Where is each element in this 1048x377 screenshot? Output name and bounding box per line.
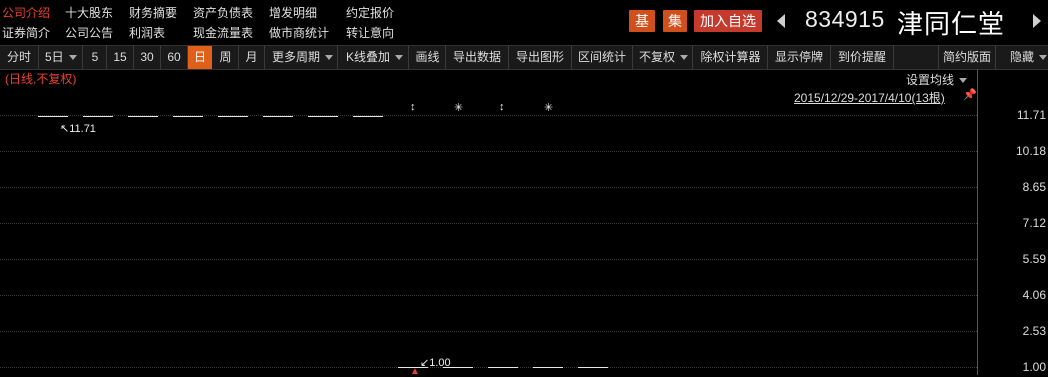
kline-bar [263, 116, 293, 117]
link-security-brief[interactable]: 证券简介 [2, 24, 50, 41]
adjustment-dropdown[interactable]: 不复权 [633, 46, 693, 69]
y-tick-label: 4.06 [1022, 288, 1046, 302]
y-axis-line [977, 69, 978, 375]
suspension-marker: ↕ [499, 101, 505, 113]
chevron-down-icon [680, 55, 689, 61]
draw-line-button[interactable]: 画线 [410, 46, 446, 69]
set-moving-average-dropdown[interactable]: 设置均线 [906, 71, 968, 88]
basic-button[interactable]: 基 [629, 10, 655, 32]
add-to-watchlist-button[interactable]: 加入自选 [694, 10, 762, 32]
link-company-intro[interactable]: 公司介绍 [2, 4, 50, 21]
link-transfer-intent[interactable]: 转让意向 [346, 24, 394, 41]
kline-bar [128, 116, 158, 117]
price-alert-button[interactable]: 到价提醒 [831, 46, 894, 69]
link-balance-sheet[interactable]: 资产负债表 [193, 4, 253, 21]
stock-name: 津同仁堂 [897, 9, 1006, 39]
tab-monthly[interactable]: 月 [239, 46, 265, 69]
tab-intraday[interactable]: 分时 [0, 46, 39, 69]
kline-bar [218, 116, 248, 117]
simple-layout-button[interactable]: 简约版面 [938, 46, 996, 69]
top-links: 公司介绍 十大股东 财务摘要 资产负债表 增发明细 约定报价 证券简介 公司公告… [0, 0, 620, 44]
link-agreed-quote[interactable]: 约定报价 [346, 4, 394, 21]
y-tick-label: 10.18 [1015, 144, 1046, 158]
chart-mode-label: (日线,不复权) [5, 72, 77, 86]
gridline [0, 295, 977, 296]
link-finance-summary[interactable]: 财务摘要 [129, 4, 177, 21]
chevron-down-icon [1039, 55, 1048, 61]
y-tick-label: 5.59 [1022, 252, 1046, 266]
kline-bar [578, 367, 608, 368]
kline-bar [83, 116, 113, 117]
min-price-annotation: ↙1.00 [420, 357, 451, 369]
tab-5min[interactable]: 5 [84, 46, 107, 69]
tab-daily[interactable]: 日 [188, 46, 212, 69]
tab-30min[interactable]: 30 [134, 46, 161, 69]
prev-stock-arrow-icon[interactable] [777, 14, 785, 28]
link-market-maker-stats[interactable]: 做市商统计 [269, 24, 329, 41]
link-issuance-detail[interactable]: 增发明细 [269, 4, 317, 21]
kline-bar [488, 367, 518, 368]
gridline [0, 331, 977, 332]
gridline [0, 151, 977, 152]
gridline [0, 187, 977, 188]
chevron-down-icon [395, 55, 404, 61]
gridline [0, 223, 977, 224]
max-price-annotation: ↖11.71 [60, 123, 96, 135]
suspension-marker: ✳ [544, 102, 554, 114]
chevron-down-icon [325, 55, 334, 61]
show-suspension-button[interactable]: 显示停牌 [768, 46, 831, 69]
export-data-button[interactable]: 导出数据 [446, 46, 509, 69]
link-cash-flow[interactable]: 现金流量表 [193, 24, 253, 41]
gridline [0, 259, 977, 260]
chart-toolbar: 分时 5日 5 15 30 60 日 周 月 更多周期 K线叠加 画线 导出数据… [0, 45, 1048, 70]
tab-15min[interactable]: 15 [107, 46, 134, 69]
stock-code: 834915 [805, 6, 885, 32]
link-company-notice[interactable]: 公司公告 [65, 24, 113, 41]
y-tick-label: 7.12 [1022, 216, 1046, 230]
kline-overlay-dropdown[interactable]: K线叠加 [339, 46, 409, 69]
collection-button[interactable]: 集 [663, 10, 687, 32]
tab-60min[interactable]: 60 [161, 46, 188, 69]
suspension-marker: ↕ [410, 101, 416, 113]
kline-bar [353, 116, 383, 117]
kline-bar [308, 116, 338, 117]
chevron-down-icon [68, 55, 77, 61]
y-tick-label: 8.65 [1022, 180, 1046, 194]
y-tick-label: 11.71 [1016, 108, 1046, 122]
up-arrow-marker-icon: ▲ [410, 366, 420, 377]
tab-5day[interactable]: 5日 [39, 46, 83, 69]
link-income-statement[interactable]: 利润表 [129, 24, 165, 41]
suspension-marker: ✳ [454, 102, 464, 114]
y-tick-label: 2.53 [1022, 324, 1046, 338]
ex-rights-calculator-button[interactable]: 除权计算器 [694, 46, 768, 69]
y-tick-label: 1.00 [1022, 360, 1046, 374]
chevron-down-icon [959, 78, 968, 84]
kline-bar [533, 367, 563, 368]
date-range-link[interactable]: 2015/12/29-2017/4/10(13根) [794, 89, 945, 106]
export-graph-button[interactable]: 导出图形 [509, 46, 572, 69]
link-top-ten-holders[interactable]: 十大股东 [65, 4, 113, 21]
tab-weekly[interactable]: 周 [213, 46, 239, 69]
next-stock-arrow-icon[interactable] [1033, 14, 1041, 28]
pin-icon[interactable]: 📌 [963, 88, 977, 101]
kline-bar [38, 116, 68, 117]
hide-dropdown[interactable]: 隐藏 [1004, 46, 1048, 69]
range-stats-button[interactable]: 区间统计 [572, 46, 633, 69]
more-periods-dropdown[interactable]: 更多周期 [265, 46, 338, 69]
kline-bar [173, 116, 203, 117]
